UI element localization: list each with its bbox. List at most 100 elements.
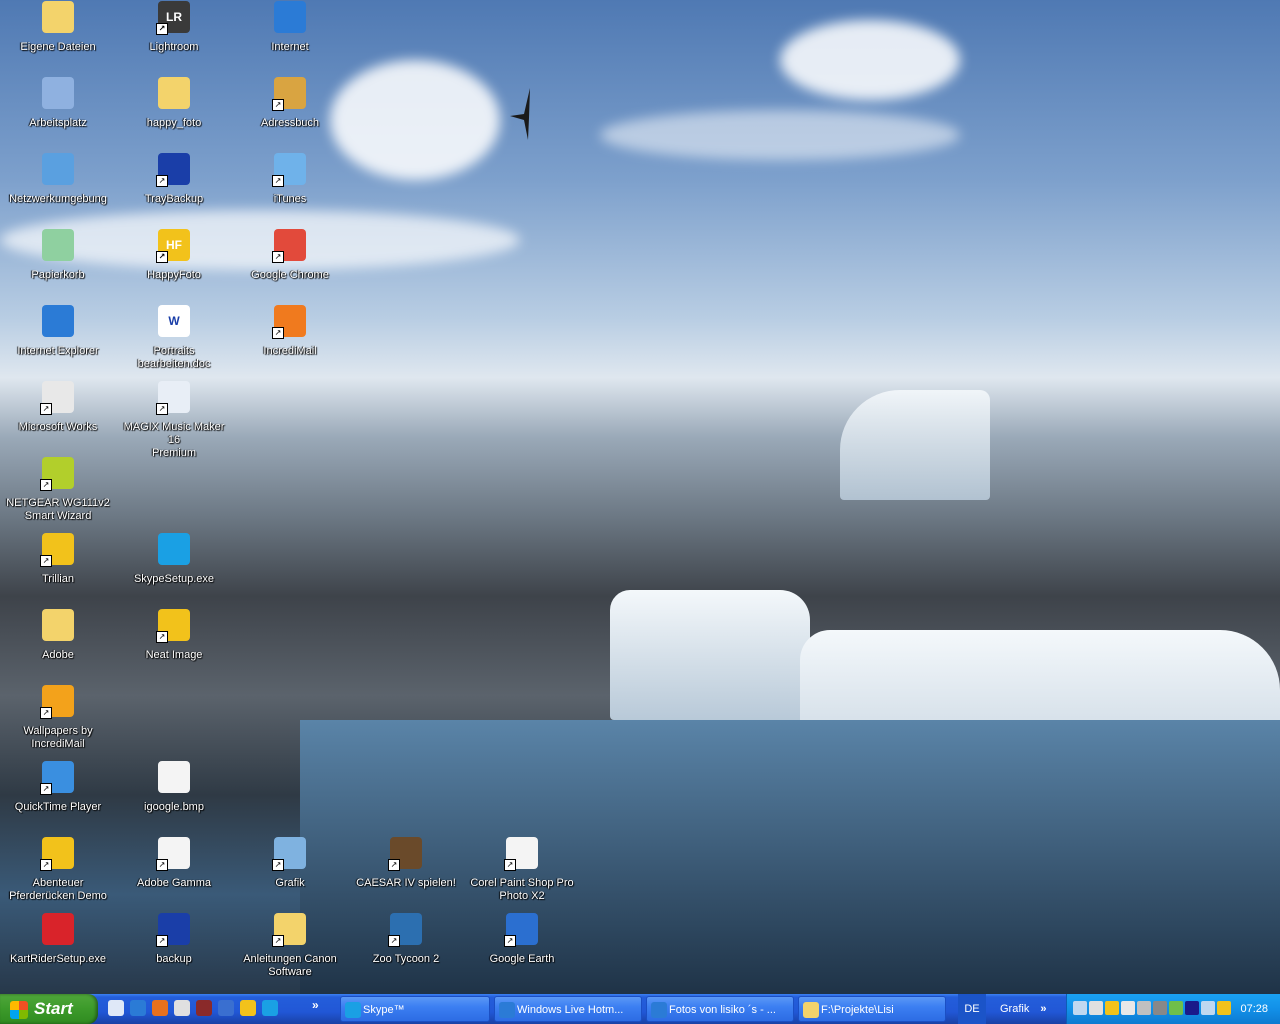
google-earth-icon: ↗ xyxy=(504,913,538,947)
desktop-icon-label: CAESAR IV spielen! xyxy=(356,877,456,889)
desktop-icon[interactable]: ↗ backup xyxy=(119,913,229,966)
security-shield-icon[interactable] xyxy=(1105,1001,1119,1015)
status-icon[interactable] xyxy=(1153,1001,1167,1015)
desktop-icon[interactable]: ↗ Abenteuer Pferderücken Demo xyxy=(3,837,113,903)
internet-explorer-icon[interactable] xyxy=(130,1000,146,1016)
happyfoto-icon: HF ↗ xyxy=(156,229,190,263)
desktop-icon[interactable]: ↗ Wallpapers by IncrediMail xyxy=(3,685,113,751)
language-indicator[interactable]: DE xyxy=(958,994,986,1024)
app-icon[interactable] xyxy=(196,1000,212,1016)
desktop-icon[interactable]: ↗ Corel Paint Shop Pro Photo X2 xyxy=(467,837,577,903)
wallpaper-iceberg xyxy=(840,390,990,500)
taskbar-button-label: F:\Projekte\Lisi xyxy=(821,1004,894,1016)
show-desktop-icon[interactable] xyxy=(108,1000,124,1016)
desktop-icon-label: Internet Explorer xyxy=(17,345,99,357)
desktop-icon-label: NETGEAR WG111v2 Smart Wizard xyxy=(6,497,110,522)
desktop-icon[interactable]: HF ↗ HappyFoto xyxy=(119,229,229,282)
desktop-icon[interactable]: SkypeSetup.exe xyxy=(119,533,229,586)
desktop-icon[interactable]: ↗ iTunes xyxy=(235,153,345,206)
desktop-icon[interactable]: Netzwerkumgebung xyxy=(3,153,113,206)
desktop-icon[interactable]: KartRiderSetup.exe xyxy=(3,913,113,966)
folder-icon xyxy=(42,609,74,641)
taskbar-button[interactable]: F:\Projekte\Lisi xyxy=(798,996,946,1022)
network-connection-icon[interactable] xyxy=(1137,1001,1151,1015)
desktop-icon[interactable]: ↗ Grafik xyxy=(235,837,345,890)
desktop-icon-label: SkypeSetup.exe xyxy=(133,573,215,585)
desktop-icon[interactable]: igoogle.bmp xyxy=(119,761,229,814)
desktop-icon-label: Corel Paint Shop Pro Photo X2 xyxy=(470,877,574,902)
desktop-icon-label: Adobe Gamma xyxy=(137,877,211,889)
desktop-icon[interactable]: Internet xyxy=(235,1,345,54)
taskbar-button[interactable]: Windows Live Hotm... xyxy=(494,996,642,1022)
quicktime-icon: ↗ xyxy=(40,761,74,795)
incredimail-icon[interactable] xyxy=(240,1000,256,1016)
taskbar-button[interactable]: Fotos von lisiko ´s - ... xyxy=(646,996,794,1022)
skype-icon[interactable] xyxy=(262,1000,278,1016)
desktop-icon[interactable]: Papierkorb xyxy=(3,229,113,282)
desktop-icon[interactable]: ↗ NETGEAR WG111v2 Smart Wizard xyxy=(3,457,113,523)
toolbar-chevron-icon[interactable]: » xyxy=(1040,1003,1046,1015)
desktop-icon[interactable]: ↗ Adressbuch xyxy=(235,77,345,130)
desktop[interactable]: Eigene Dateien LR ↗ Lightroom Internet Arbeit… xyxy=(0,0,1280,994)
desktop-icon[interactable]: ↗ QuickTime Player xyxy=(3,761,113,814)
desktop-icon[interactable]: ↗ IncrediMail xyxy=(235,305,345,358)
desktop-icon-label: IncrediMail xyxy=(263,345,317,357)
desktop-icon[interactable]: ↗ Trillian xyxy=(3,533,113,586)
desktop-icon-label: Google Earth xyxy=(489,953,555,965)
desktop-icon[interactable]: ↗ Google Earth xyxy=(467,913,577,966)
desktop-icon[interactable]: ↗ Microsoft Works xyxy=(3,381,113,434)
incredimail-icon: ↗ xyxy=(272,305,306,339)
clock[interactable]: 07:28 xyxy=(1240,994,1268,1024)
wallpapers-icon: ↗ xyxy=(40,685,74,719)
desktop-icon-label: MAGIX Music Maker 16 Premium xyxy=(123,421,225,459)
thunderbird-icon[interactable] xyxy=(218,1000,234,1016)
firefox-icon[interactable] xyxy=(152,1000,168,1016)
network-tray-icon[interactable] xyxy=(1073,1001,1087,1015)
media-player-icon[interactable] xyxy=(174,1000,190,1016)
desktop-icon-label: Grafik xyxy=(275,877,305,889)
taskbar-button[interactable]: Skype™ xyxy=(340,996,490,1022)
desktop-icon[interactable]: ↗ CAESAR IV spielen! xyxy=(351,837,461,890)
desktop-icon[interactable]: ↗ Neat Image xyxy=(119,609,229,662)
shortcut-arrow-icon: ↗ xyxy=(388,859,400,871)
desktop-icon[interactable]: ↗ TrayBackup xyxy=(119,153,229,206)
shortcut-arrow-icon: ↗ xyxy=(272,175,284,187)
internet-explorer-icon xyxy=(651,1002,667,1018)
desktop-icon-label: happy_foto xyxy=(146,117,202,129)
desktop-icon[interactable]: LR ↗ Lightroom xyxy=(119,1,229,54)
shortcut-arrow-icon: ↗ xyxy=(156,175,168,187)
quicklaunch-chevron-icon[interactable]: » xyxy=(312,998,319,1012)
lightroom-icon: LR ↗ xyxy=(156,1,190,35)
word-document-icon: W xyxy=(158,305,190,337)
caesar-icon: ↗ xyxy=(388,837,422,871)
grafik-toolbar[interactable]: Grafik » xyxy=(1000,994,1047,1024)
monitor-icon[interactable] xyxy=(1201,1001,1215,1015)
desktop-icon-label: Lightroom xyxy=(149,41,199,53)
start-button[interactable]: Start xyxy=(0,994,98,1024)
sync-icon[interactable] xyxy=(1169,1001,1183,1015)
internet-explorer-icon xyxy=(274,1,306,33)
desktop-icon[interactable]: ↗ Google Chrome xyxy=(235,229,345,282)
desktop-icon[interactable]: Eigene Dateien xyxy=(3,1,113,54)
desktop-icon-label: QuickTime Player xyxy=(14,801,102,813)
volume-icon[interactable] xyxy=(1121,1001,1135,1015)
desktop-icon[interactable]: happy_foto xyxy=(119,77,229,130)
desktop-icon[interactable]: Arbeitsplatz xyxy=(3,77,113,130)
desktop-icon-label: igoogle.bmp xyxy=(144,801,204,813)
desktop-icon[interactable]: ↗ Adobe Gamma xyxy=(119,837,229,890)
desktop-icon-label: Neat Image xyxy=(145,649,203,661)
desktop-icon[interactable]: Adobe xyxy=(3,609,113,662)
trillian-tray-icon[interactable] xyxy=(1217,1001,1231,1015)
tray-close-icon[interactable] xyxy=(1089,1001,1103,1015)
start-label: Start xyxy=(34,999,73,1018)
desktop-icon[interactable]: W Portraits bearbeiten.doc xyxy=(119,305,229,371)
shortcut-arrow-icon: ↗ xyxy=(272,859,284,871)
desktop-icon[interactable]: Internet Explorer xyxy=(3,305,113,358)
desktop-icon[interactable]: ↗ Anleitungen Canon Software xyxy=(235,913,345,979)
desktop-icon-label: Zoo Tycoon 2 xyxy=(372,953,440,965)
display-icon[interactable] xyxy=(1185,1001,1199,1015)
desktop-icon[interactable]: ↗ MAGIX Music Maker 16 Premium xyxy=(119,381,229,460)
desktop-icon[interactable]: ↗ Zoo Tycoon 2 xyxy=(351,913,461,966)
desktop-icon-label: Adressbuch xyxy=(260,117,320,129)
quick-launch xyxy=(108,1000,284,1018)
